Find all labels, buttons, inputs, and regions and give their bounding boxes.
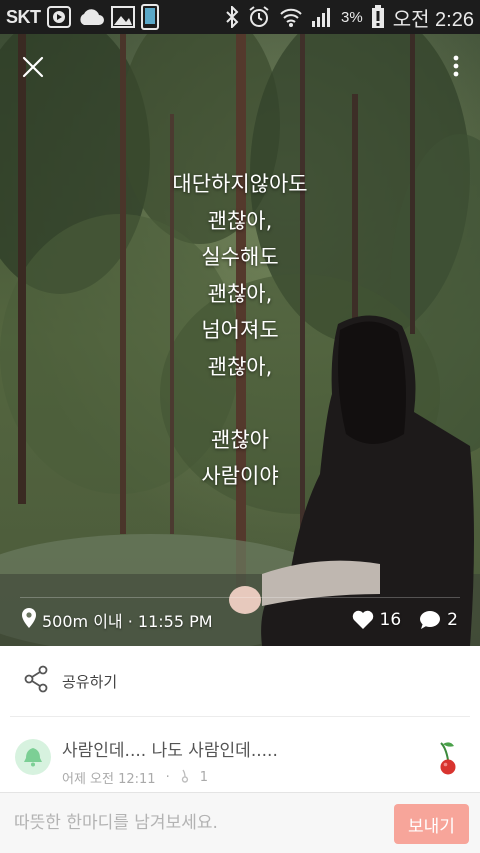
poem-line: 괜찮아,	[207, 281, 273, 306]
post-meta: 500m 이내 · 11:55 PM 16 2	[22, 606, 458, 634]
alarm-icon	[247, 5, 271, 29]
location-pin-icon	[22, 608, 36, 632]
meta-divider	[20, 597, 460, 598]
post-text: 대단하지않아도 괜찮아, 실수해도 괜찮아, 넘어져도 괜찮아, 괜찮아 사람이…	[0, 166, 480, 495]
comment-input-bar: 보내기	[0, 792, 480, 853]
poem-line: 괜찮아,	[207, 354, 273, 379]
share-icon	[24, 665, 48, 697]
poem-line: 넘어져도	[201, 318, 279, 342]
clock: 오전 2:26	[392, 8, 474, 31]
separator-dot: ·	[165, 770, 170, 785]
wifi-icon	[279, 6, 303, 28]
battery-percent: 3%	[341, 8, 363, 26]
divider	[10, 716, 470, 717]
bell-icon	[24, 748, 42, 767]
poem-line: 괜찮아,	[207, 208, 273, 233]
close-icon	[22, 56, 44, 78]
comment-count: 2	[447, 610, 458, 630]
speech-bubble-icon	[420, 611, 441, 629]
like-count: 16	[379, 610, 402, 630]
heart-icon	[352, 610, 373, 629]
play-store-icon	[46, 6, 71, 28]
comment-input[interactable]	[14, 807, 374, 839]
gallery-icon	[110, 6, 135, 28]
post-image: 대단하지않아도 괜찮아, 실수해도 괜찮아, 넘어져도 괜찮아, 괜찮아 사람이…	[0, 34, 480, 646]
share-label: 공유하기	[62, 672, 118, 691]
avatar	[15, 739, 51, 775]
comment-time: 어제 오전 12:11	[62, 772, 156, 787]
comment-item: 사람인데.... 나도 사람인데..... 어제 오전 12:11 · 1	[0, 718, 480, 792]
close-button[interactable]	[18, 52, 48, 82]
bluetooth-icon	[225, 6, 239, 28]
comment-button[interactable]	[419, 610, 441, 630]
comment-like-count: 1	[199, 770, 208, 785]
small-like-icon[interactable]	[180, 769, 190, 787]
more-vertical-icon	[453, 55, 459, 77]
poem-line: 실수해도	[201, 245, 279, 269]
cherry-like-button[interactable]	[438, 740, 458, 776]
carrier-label: SKT	[6, 6, 41, 27]
like-button[interactable]	[352, 610, 374, 630]
send-button[interactable]: 보내기	[394, 804, 469, 844]
poem-line: 괜찮아	[211, 427, 269, 452]
status-bar: SKT 3% 오전 2:26	[0, 0, 480, 34]
battery-icon	[371, 5, 385, 29]
poem-line	[0, 385, 480, 422]
comment-meta: 어제 오전 12:11 · 1	[62, 768, 208, 787]
comment-text: 사람인데.... 나도 사람인데.....	[62, 741, 278, 761]
cherry-icon	[440, 742, 456, 775]
share-button[interactable]: 공유하기	[0, 646, 480, 716]
cloud-icon	[77, 7, 105, 27]
signal-icon	[311, 6, 333, 28]
phone-icon	[140, 4, 159, 30]
poem-line: 대단하지않아도	[172, 172, 308, 196]
more-options-button[interactable]	[446, 54, 466, 80]
poem-line: 사람이야	[201, 464, 279, 488]
location-time: 500m 이내 · 11:55 PM	[42, 612, 213, 631]
